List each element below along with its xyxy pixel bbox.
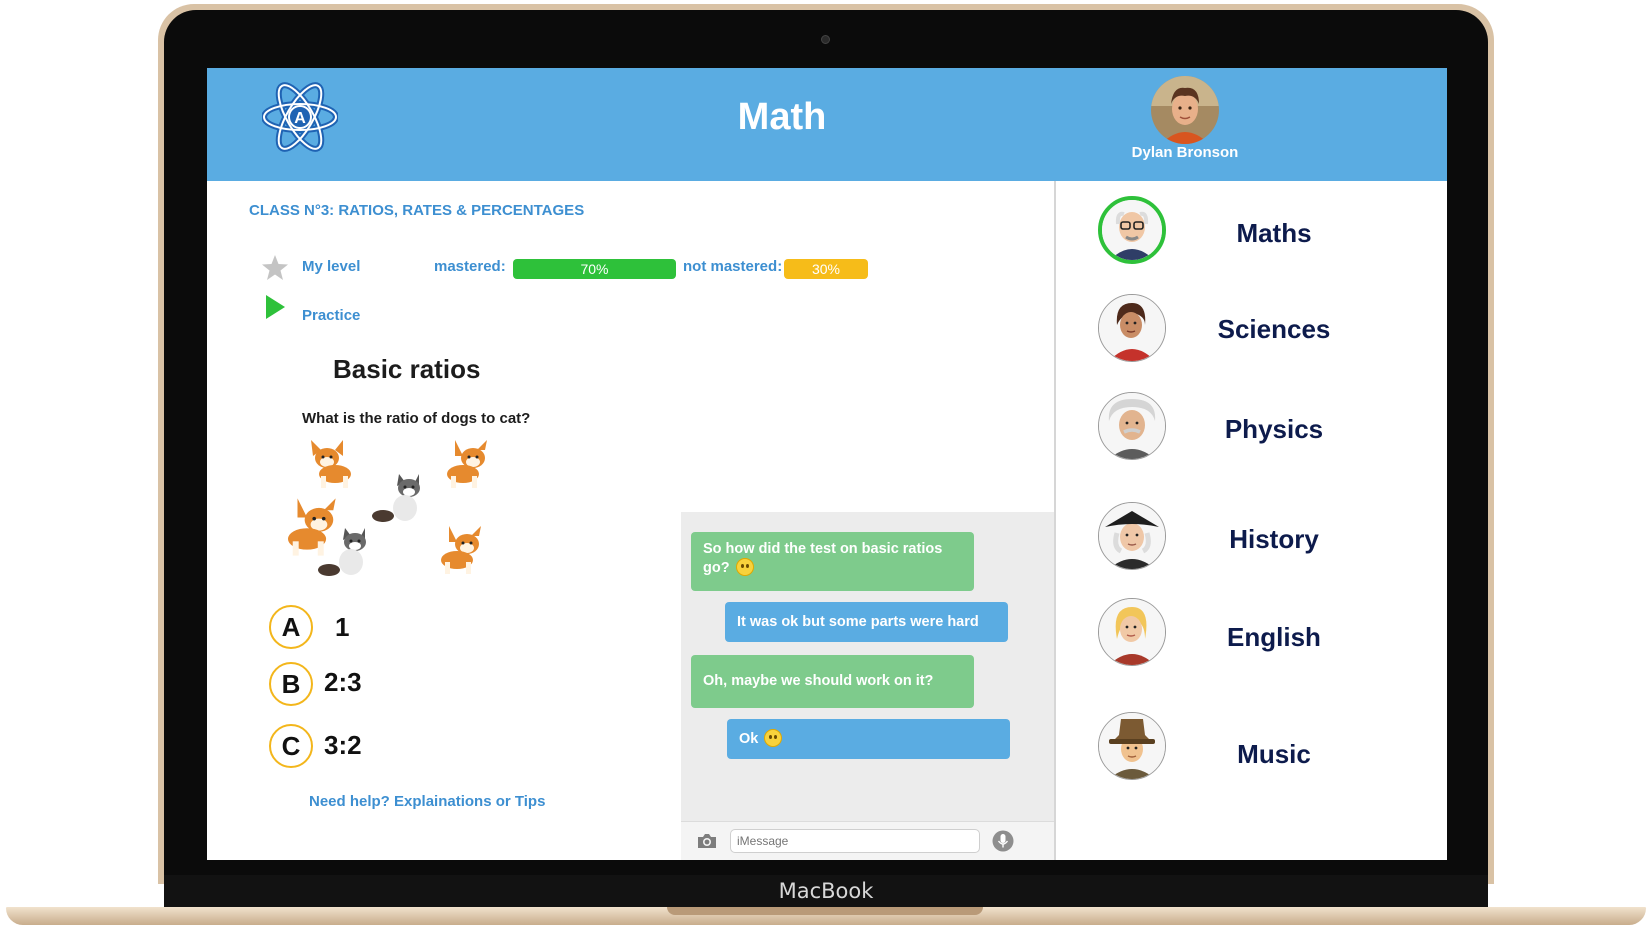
user-name: Dylan Bronson xyxy=(1131,144,1239,161)
answer-c-button[interactable]: C xyxy=(269,724,313,768)
chat-panel: So how did the test on basic ratios go? … xyxy=(681,512,1054,860)
mastered-value: 70% xyxy=(580,261,609,277)
help-link[interactable]: Need help? Explainations or Tips xyxy=(309,793,545,810)
chat-message-text: Ok xyxy=(739,731,759,747)
physics-teacher-avatar xyxy=(1098,392,1166,460)
laptop-base-notch xyxy=(667,907,983,915)
history-teacher-avatar xyxy=(1098,502,1166,570)
chat-message-text: It was ok but some parts were hard xyxy=(737,614,979,630)
subject-label: Maths xyxy=(1236,218,1312,248)
maths-teacher-avatar xyxy=(1098,196,1166,264)
star-icon xyxy=(262,255,288,280)
subject-item-english[interactable]: English xyxy=(1056,592,1447,692)
my-level-label[interactable]: My level xyxy=(302,258,360,275)
music-teacher-avatar xyxy=(1098,712,1166,780)
not-mastered-label: not mastered: xyxy=(683,258,783,275)
app-screen: A Math Dylan Bronson CLASS N°3: RATIOS, … xyxy=(207,68,1447,860)
subject-item-sciences[interactable]: Sciences xyxy=(1056,290,1447,390)
webcam-icon xyxy=(821,35,830,44)
subject-label: Sciences xyxy=(1217,314,1331,344)
chat-message-text: Oh, maybe we should work on it? xyxy=(703,673,934,689)
subject-item-physics[interactable]: Physics xyxy=(1056,388,1447,488)
class-title: CLASS N°3: RATIOS, RATES & PERCENTAGES xyxy=(249,202,585,219)
chat-message-student: Ok xyxy=(727,719,1010,759)
play-icon[interactable] xyxy=(264,294,286,320)
corgi-dog-image xyxy=(441,526,481,574)
subject-item-history[interactable]: History xyxy=(1056,496,1447,596)
english-teacher-avatar xyxy=(1098,598,1166,666)
answer-b-text: 2:3 xyxy=(324,667,362,697)
cat-image xyxy=(318,528,366,576)
subject-item-maths[interactable]: Maths xyxy=(1056,184,1447,284)
not-mastered-value: 30% xyxy=(811,261,841,277)
smile-emoji-icon xyxy=(735,558,754,576)
smile-emoji-icon xyxy=(764,729,783,747)
chat-input-bar xyxy=(681,821,1054,860)
answer-a-text: 1 xyxy=(335,612,350,642)
camera-icon[interactable] xyxy=(696,831,718,851)
cat-image xyxy=(372,474,420,522)
subject-label: History xyxy=(1229,524,1319,554)
microphone-icon[interactable] xyxy=(992,830,1014,852)
user-avatar[interactable] xyxy=(1151,76,1219,144)
device-brand: MacBook xyxy=(778,879,874,903)
answer-c-text: 3:2 xyxy=(324,730,362,760)
not-mastered-progress-bar: 30% xyxy=(784,259,868,279)
lesson-title: Basic ratios xyxy=(333,354,481,384)
mastered-progress-bar: 70% xyxy=(513,259,676,279)
message-input[interactable] xyxy=(730,829,980,853)
chat-message-tutor: Oh, maybe we should work on it? xyxy=(691,655,974,708)
answer-a-button[interactable]: A xyxy=(269,605,313,649)
corgi-dog-image xyxy=(311,440,351,488)
answer-b-button[interactable]: B xyxy=(269,662,313,706)
question-text: What is the ratio of dogs to cat? xyxy=(302,410,531,427)
chat-message-tutor: So how did the test on basic ratios go? xyxy=(691,532,974,591)
mastered-label: mastered: xyxy=(434,258,506,275)
subject-item-music[interactable]: Music xyxy=(1056,708,1447,808)
corgi-dog-image xyxy=(447,440,487,488)
chat-message-student: It was ok but some parts were hard xyxy=(725,602,1008,642)
subject-label: Music xyxy=(1237,739,1311,769)
subject-label: Physics xyxy=(1224,414,1324,444)
practice-link[interactable]: Practice xyxy=(302,307,360,324)
app-header: A Math Dylan Bronson xyxy=(207,68,1447,181)
subject-label: English xyxy=(1227,622,1321,652)
sciences-teacher-avatar xyxy=(1098,294,1166,362)
